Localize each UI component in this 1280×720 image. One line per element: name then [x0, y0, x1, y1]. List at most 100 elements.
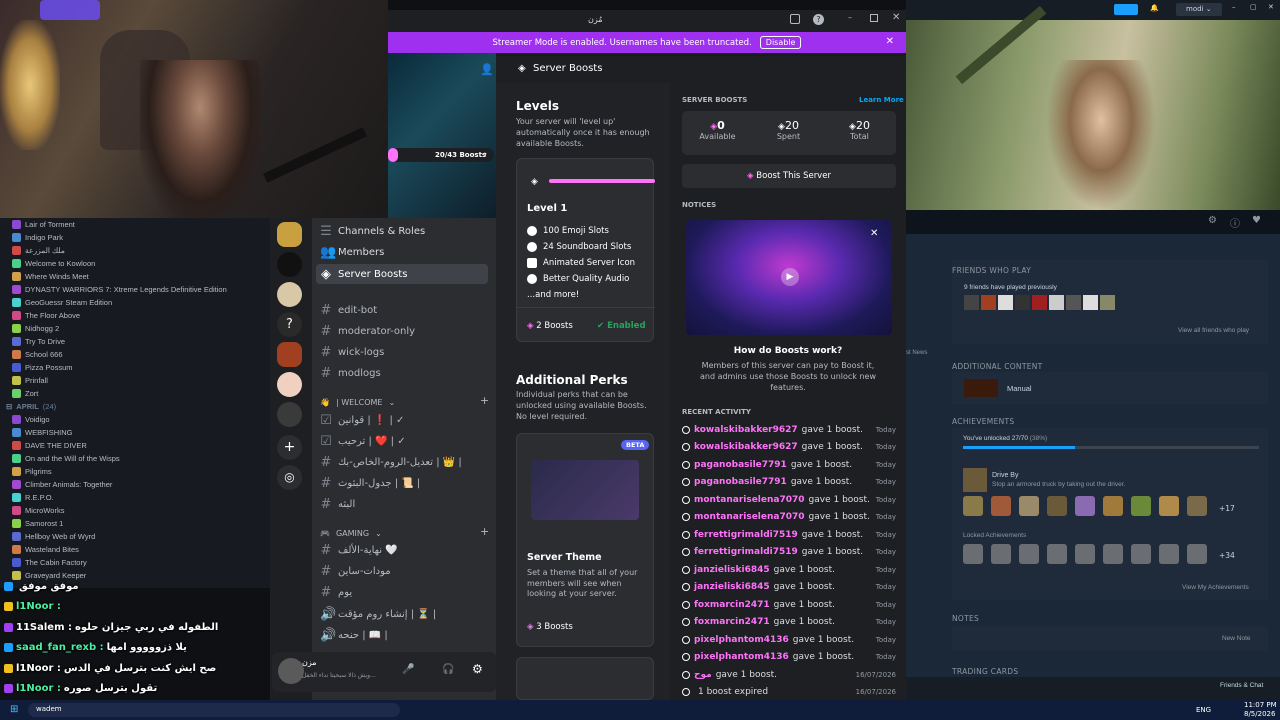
channel-item[interactable]: # modlogs: [320, 363, 381, 383]
game-list-item[interactable]: Nidhogg 2: [0, 322, 270, 335]
achievement-icon[interactable]: [1159, 496, 1179, 516]
activity-user[interactable]: موح: [694, 670, 712, 680]
channel-item[interactable]: ☑ قوانين | ❗ | ✓: [320, 410, 404, 430]
game-list-item[interactable]: Pizza Possum: [0, 361, 270, 374]
search-bar[interactable]: wadem: [28, 703, 400, 717]
friend-avatar[interactable]: [964, 295, 979, 310]
perk-card-next[interactable]: [516, 657, 654, 700]
notice-video[interactable]: ▶ ✕: [686, 220, 892, 335]
friends-chat-button[interactable]: Friends & Chat: [1220, 682, 1263, 689]
game-list-item[interactable]: The Cabin Factory: [0, 556, 270, 569]
activity-user[interactable]: paganobasile7791: [694, 460, 787, 470]
guild-icon-7[interactable]: [277, 402, 302, 427]
game-list-item[interactable]: R.E.P.O.: [0, 491, 270, 504]
achievement-icon[interactable]: [1187, 496, 1207, 516]
activity-user[interactable]: pixelphantom4136: [694, 652, 789, 662]
voice-channel[interactable]: 🔊 إنشاء روم مؤقت | ⏳ |: [320, 604, 436, 624]
gear-icon[interactable]: ⚙: [472, 662, 483, 676]
game-list-item[interactable]: Where Winds Meet: [0, 270, 270, 283]
boosts-progress[interactable]: 20/43 Boosts ›: [388, 148, 494, 162]
friend-avatar[interactable]: [1015, 295, 1030, 310]
achievement-icon[interactable]: [1019, 544, 1039, 564]
activity-user[interactable]: kowalskibakker9627: [694, 425, 798, 435]
friend-avatar[interactable]: [1083, 295, 1098, 310]
banner-close-icon[interactable]: ✕: [886, 36, 894, 47]
game-list-item[interactable]: Voidigo: [0, 413, 270, 426]
game-list-item[interactable]: Indigo Park: [0, 231, 270, 244]
heart-icon[interactable]: ♥: [1252, 215, 1261, 226]
clock-date[interactable]: 8/5/2026: [1244, 710, 1275, 718]
add-server-icon[interactable]: +: [277, 435, 302, 460]
user-menu[interactable]: modi ⌄: [1176, 3, 1222, 16]
deafen-icon[interactable]: 🎧: [442, 664, 454, 675]
close-window-button[interactable]: ✕: [892, 12, 900, 23]
view-friends-link[interactable]: View all friends who play: [1178, 327, 1249, 334]
game-list-item[interactable]: On and the Will of the Wisps: [0, 452, 270, 465]
minimize-button[interactable]: –: [1232, 3, 1236, 11]
guild-icon-help[interactable]: ?: [277, 312, 302, 337]
channel-item[interactable]: # تعديل-الروم-الخاص-بك | 👑 |: [320, 452, 462, 472]
start-icon[interactable]: ⊞: [10, 704, 18, 715]
mute-icon[interactable]: 🎤: [402, 664, 414, 675]
category-welcome[interactable]: 👋 | WELCOME ⌄: [320, 392, 395, 412]
channel-item[interactable]: # edit-bot: [320, 300, 378, 320]
nav-server-boosts[interactable]: ◈ Server Boosts: [320, 264, 407, 284]
server-theme-card[interactable]: BETA Server Theme Set a theme that all o…: [516, 433, 654, 647]
game-list-item[interactable]: Welcome to Kowloon: [0, 257, 270, 270]
achievement-icon[interactable]: [1075, 496, 1095, 516]
game-list-item[interactable]: DYNASTY WARRIORS 7: Xtreme Legends Defin…: [0, 283, 270, 296]
activity-user[interactable]: pixelphantom4136: [694, 635, 789, 645]
add-channel-icon[interactable]: +: [480, 525, 489, 538]
channel-item[interactable]: # moderator-only: [320, 321, 416, 341]
more-locked[interactable]: +34: [1219, 551, 1235, 560]
achievement-icon[interactable]: [1131, 544, 1151, 564]
activity-user[interactable]: montanariselena7070: [694, 495, 805, 505]
clock-time[interactable]: 11:07 PM: [1244, 701, 1277, 709]
announce-icon[interactable]: [1114, 4, 1138, 15]
game-list-item[interactable]: Samorost 1: [0, 517, 270, 530]
members-icon[interactable]: 👤: [480, 63, 494, 76]
voice-channel[interactable]: 🔊 حنحه | 📖 |: [320, 625, 388, 645]
game-list-item[interactable]: Climber Animals: Together: [0, 478, 270, 491]
manual-item[interactable]: Manual: [1007, 384, 1032, 393]
activity-user[interactable]: ferrettigrimaldi7519: [694, 530, 798, 540]
game-list-item[interactable]: MicroWorks: [0, 504, 270, 517]
friend-avatar[interactable]: [981, 295, 996, 310]
play-icon[interactable]: ▶: [781, 268, 799, 286]
activity-user[interactable]: montanariselena7070: [694, 512, 805, 522]
maximize-button[interactable]: [870, 14, 878, 22]
guild-icon-6[interactable]: [277, 372, 302, 397]
achievement-icon[interactable]: [963, 496, 983, 516]
channel-item[interactable]: # البثه: [320, 494, 356, 514]
close-window-button[interactable]: ✕: [1268, 3, 1274, 11]
activity-user[interactable]: kowalskibakker9627: [694, 442, 798, 452]
game-list-item[interactable]: DAVE THE DIVER: [0, 439, 270, 452]
nav-channels-roles[interactable]: ☰ Channels & Roles: [320, 221, 425, 241]
learn-more-link[interactable]: Learn More: [859, 96, 904, 104]
channel-item[interactable]: # wick-logs: [320, 342, 385, 362]
activity-user[interactable]: janzieliski6845: [694, 582, 770, 592]
channel-item[interactable]: # مودات-ساين: [320, 561, 391, 581]
explore-icon[interactable]: ◎: [277, 465, 302, 490]
friend-avatar[interactable]: [1066, 295, 1081, 310]
game-list-item[interactable]: Lair of Torment: [0, 218, 270, 231]
achievement-icon[interactable]: [991, 544, 1011, 564]
achievement-icon[interactable]: [1075, 544, 1095, 564]
guild-icon-3[interactable]: [277, 282, 302, 307]
game-list-item[interactable]: WEBFISHING: [0, 426, 270, 439]
activity-user[interactable]: ferrettigrimaldi7519: [694, 547, 798, 557]
achievement-icon[interactable]: [1159, 544, 1179, 564]
nav-members[interactable]: 👥 Members: [320, 242, 384, 262]
more-unlocked[interactable]: +17: [1219, 504, 1235, 513]
game-list-item[interactable]: Wasteland Bites: [0, 543, 270, 556]
activity-user[interactable]: janzieliski6845: [694, 565, 770, 575]
gear-icon[interactable]: ⚙: [1208, 215, 1217, 226]
friend-avatar[interactable]: [998, 295, 1013, 310]
friend-avatar[interactable]: [1049, 295, 1064, 310]
achievement-icon[interactable]: [1187, 544, 1207, 564]
channel-item[interactable]: # جدول-البثوث | 📜 |: [320, 473, 421, 493]
achievement-icon[interactable]: [991, 496, 1011, 516]
language-indicator[interactable]: ENG: [1196, 706, 1211, 714]
channel-item[interactable]: # نهاية-الألف 🤍: [320, 540, 398, 560]
achievement-icon[interactable]: [1047, 544, 1067, 564]
